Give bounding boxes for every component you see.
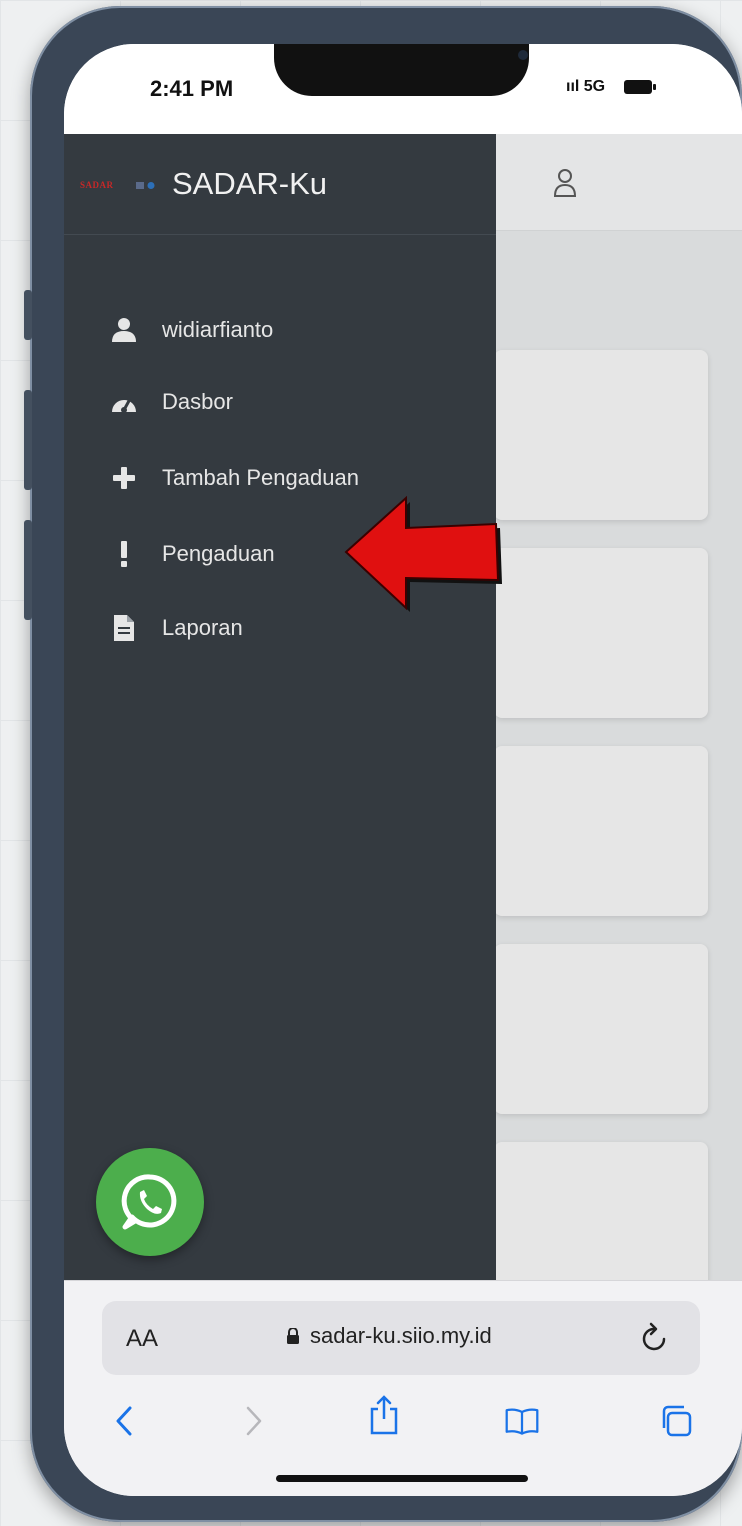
notch xyxy=(274,44,529,96)
sidebar-item-laporan[interactable]: Laporan xyxy=(108,608,243,648)
tabs-button[interactable] xyxy=(658,1403,694,1439)
status-time: 2:41 PM xyxy=(150,76,234,101)
camera xyxy=(518,50,528,60)
whatsapp-button[interactable] xyxy=(96,1148,204,1256)
tachometer-icon xyxy=(108,388,140,416)
share-button[interactable] xyxy=(366,1395,402,1435)
dashboard-card[interactable] xyxy=(494,944,708,1114)
sidebar-brand[interactable]: SADAR SADAR-Ku xyxy=(64,134,496,235)
chevron-left-icon xyxy=(116,1406,132,1436)
book-icon xyxy=(505,1408,539,1435)
reload-icon[interactable] xyxy=(640,1321,670,1353)
sidebar-item-user[interactable]: widiarfianto xyxy=(108,310,273,350)
sidebar-item-label: Tambah Pengaduan xyxy=(162,465,359,490)
address-bar[interactable]: AA sadar-ku.siio.my.id xyxy=(102,1301,700,1375)
text-size-button[interactable]: AA xyxy=(126,1325,158,1353)
user-icon xyxy=(108,316,140,344)
dashboard-card[interactable] xyxy=(494,350,708,520)
chevron-right-icon xyxy=(246,1406,262,1436)
dashboard-card[interactable] xyxy=(494,746,708,916)
file-icon xyxy=(108,614,140,642)
phone-side-button xyxy=(24,290,32,340)
sidebar-item-pengaduan[interactable]: Pengaduan xyxy=(108,534,275,574)
phone-screen: 2:41 PM ııl 5G SADAR SADAR-Ku widiarfian… xyxy=(64,44,742,1496)
phone-volume-down xyxy=(24,520,32,620)
annotation-arrow-icon xyxy=(344,495,502,612)
sidebar-item-label: Dasbor xyxy=(162,389,233,414)
sidebar-item-dasbor[interactable]: Dasbor xyxy=(108,382,233,422)
whatsapp-icon xyxy=(121,1174,177,1230)
dashboard-card[interactable] xyxy=(494,548,708,718)
brand-title: SADAR-Ku xyxy=(172,166,328,201)
user-account-icon[interactable] xyxy=(552,168,578,198)
bookmarks-button[interactable] xyxy=(504,1403,540,1439)
sidebar-item-label: widiarfianto xyxy=(162,317,274,342)
forward-button[interactable] xyxy=(236,1403,272,1439)
battery-icon xyxy=(624,80,656,94)
plus-icon xyxy=(108,464,140,492)
brand-logo-mark-icon xyxy=(136,182,155,189)
home-indicator xyxy=(276,1475,528,1482)
url-display[interactable]: sadar-ku.siio.my.id xyxy=(286,1323,492,1349)
tabs-icon xyxy=(662,1405,692,1437)
lock-icon xyxy=(287,1328,299,1344)
brand-logo: SADAR xyxy=(80,180,114,190)
sidebar: SADAR SADAR-Ku widiarfianto Dasbor Tamba… xyxy=(64,134,496,1280)
phone-volume-up xyxy=(24,390,32,490)
status-bar: 2:41 PM ııl 5G xyxy=(64,44,742,134)
exclamation-icon xyxy=(108,540,140,568)
sidebar-item-label: Laporan xyxy=(162,615,243,640)
sidebar-item-label: Pengaduan xyxy=(162,541,275,566)
url-text: sadar-ku.siio.my.id xyxy=(310,1323,492,1348)
sidebar-item-tambah-pengaduan[interactable]: Tambah Pengaduan xyxy=(108,458,359,498)
share-icon xyxy=(370,1395,398,1435)
signal-indicator: ııl 5G xyxy=(566,78,606,95)
browser-chrome: AA sadar-ku.siio.my.id xyxy=(64,1280,742,1496)
back-button[interactable] xyxy=(106,1403,142,1439)
